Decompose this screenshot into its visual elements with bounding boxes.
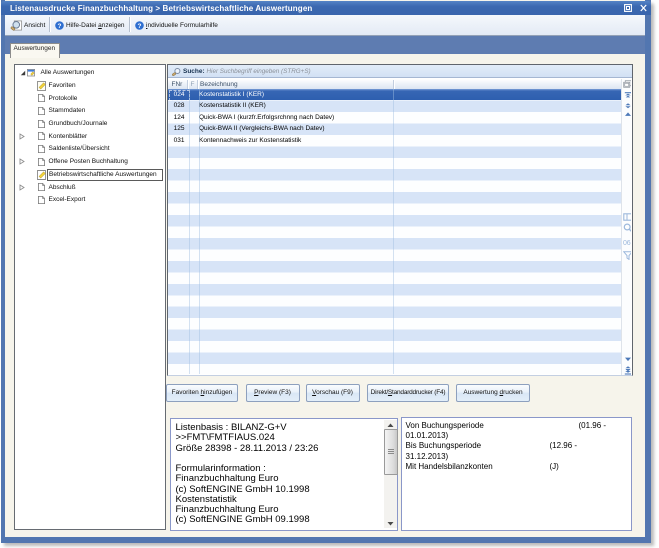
svg-text:?: ? (138, 23, 142, 30)
svg-text:?: ? (58, 23, 62, 30)
